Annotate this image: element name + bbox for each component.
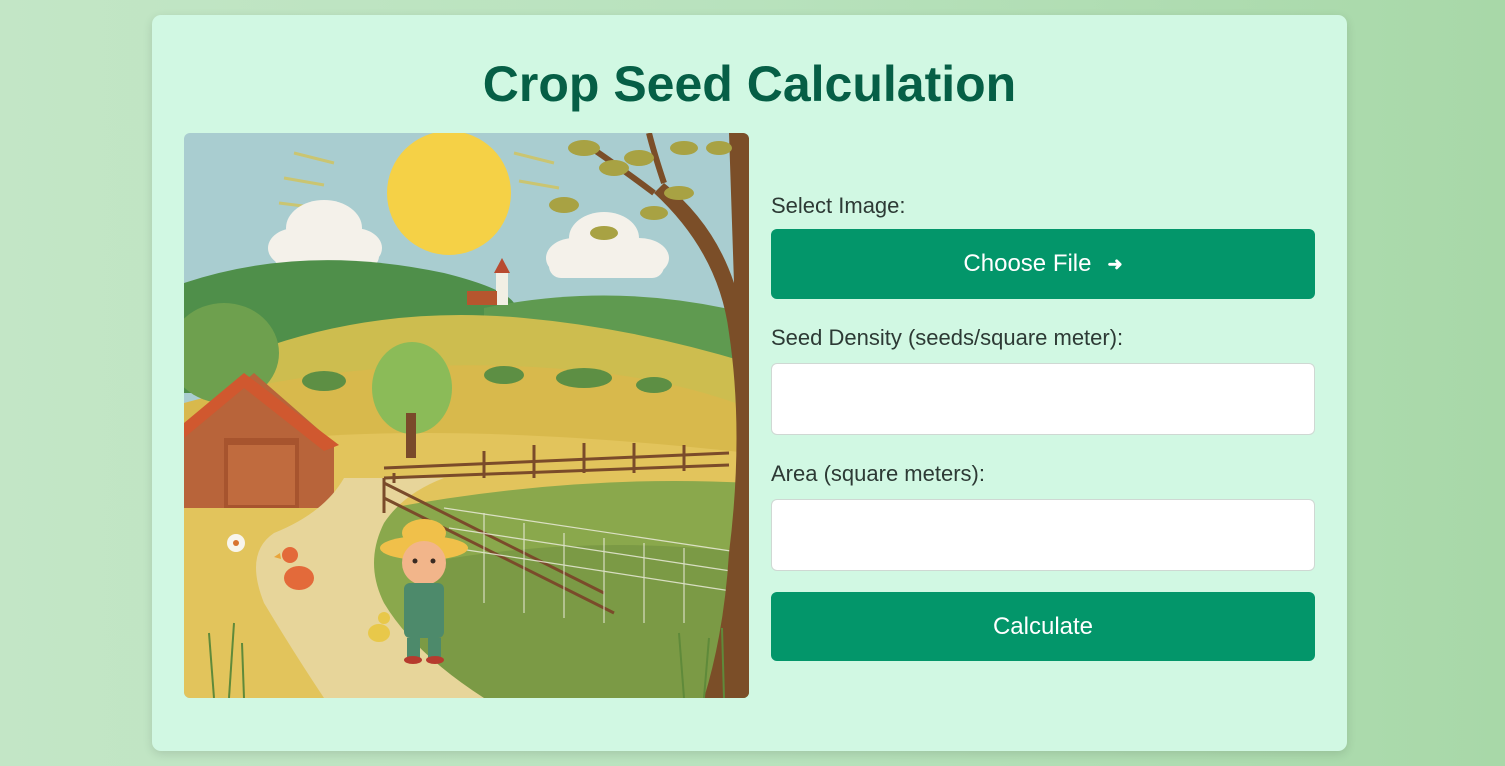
select-image-label: Select Image:	[771, 193, 906, 218]
area-input[interactable]	[771, 499, 1315, 571]
calculate-button[interactable]: Calculate	[771, 592, 1315, 661]
calculator-card: Crop Seed Calculation Select Image: Choo…	[152, 15, 1347, 751]
arrow-right-icon: ➜	[1107, 253, 1123, 274]
farm-illustration-icon	[184, 133, 749, 698]
area-label: Area (square meters):	[771, 461, 985, 486]
page-title: Crop Seed Calculation	[482, 56, 1017, 112]
choose-file-label: Choose File	[963, 250, 1092, 277]
seed-density-label: Seed Density (seeds/square meter):	[771, 325, 1124, 350]
farm-illustration	[184, 133, 749, 698]
seed-density-input[interactable]	[771, 363, 1315, 435]
choose-file-button[interactable]: Choose File ➜	[771, 229, 1315, 299]
seed-form: Select Image: Choose File ➜ Seed Density…	[771, 195, 1315, 661]
